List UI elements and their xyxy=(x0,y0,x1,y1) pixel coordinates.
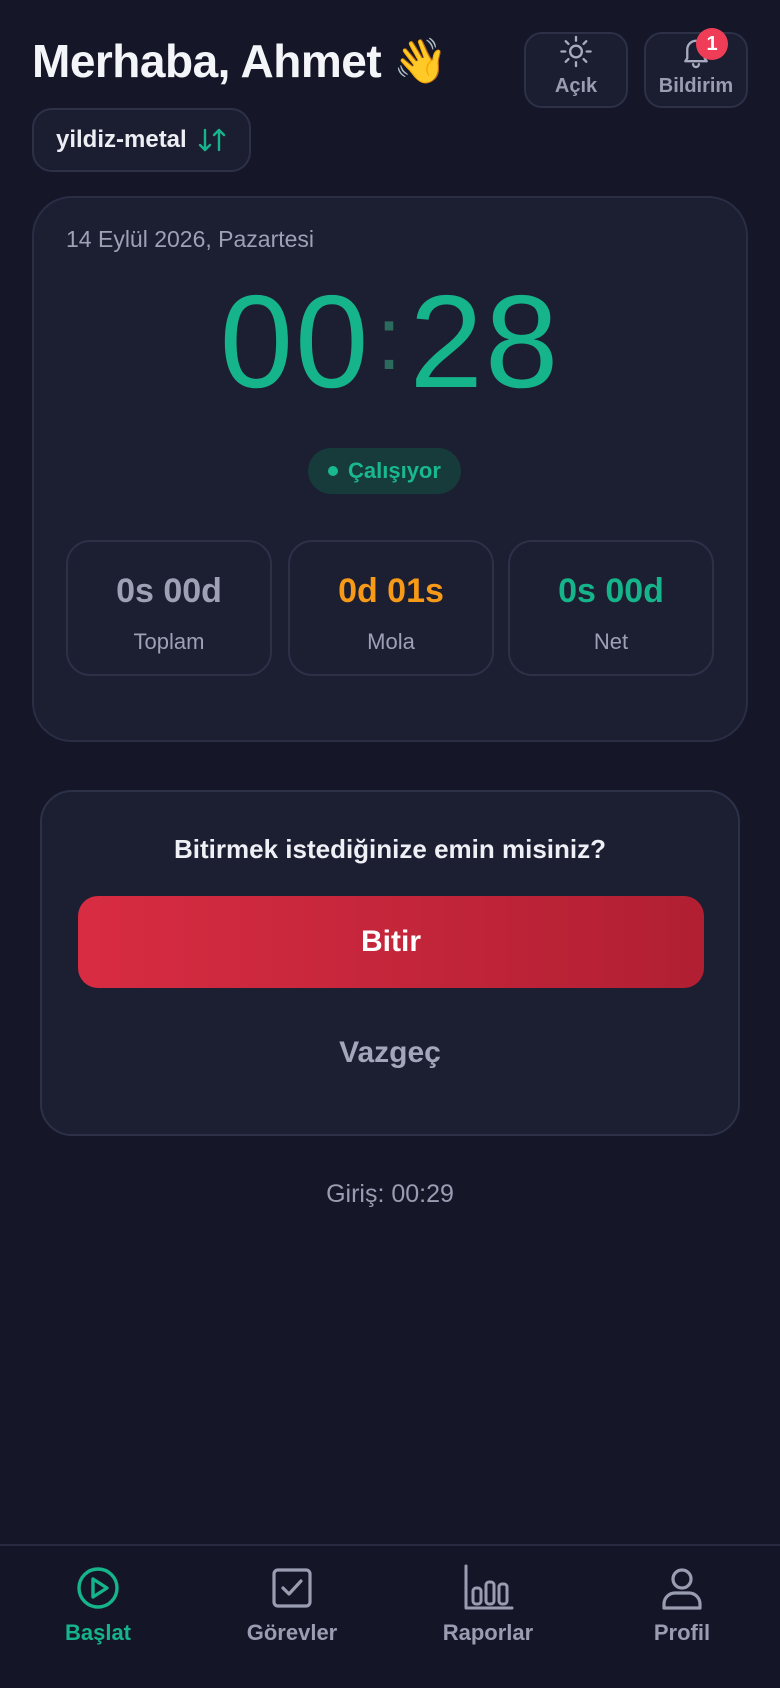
notifications-label: Bildirim xyxy=(658,75,734,97)
nav-item-start-label: Başlat xyxy=(64,1620,132,1645)
bottom-navigation: Başlat Görevler Raporlar Profil xyxy=(0,1544,780,1688)
stat-net: 0s 00d Net xyxy=(508,540,714,676)
user-icon xyxy=(662,1568,702,1610)
workspace-name: yildiz-metal xyxy=(56,126,187,153)
wave-emoji-icon: 👋 xyxy=(393,37,448,86)
nav-item-reports[interactable]: Raporlar xyxy=(408,1564,568,1646)
status-dot-icon xyxy=(328,466,338,476)
timer-card: 14 Eylül 2026, Pazartesi 00:28 Çalışıyor… xyxy=(32,196,748,742)
stat-net-value: 0s 00d xyxy=(558,572,664,610)
timer-minutes: 00 xyxy=(219,268,371,415)
stat-break-label: Mola xyxy=(367,629,415,654)
cancel-button[interactable]: Vazgeç xyxy=(42,1036,738,1070)
workspace-switcher[interactable]: yildiz-metal xyxy=(32,108,251,172)
stat-total-value: 0s 00d xyxy=(116,572,222,610)
timer-seconds: 28 xyxy=(409,268,561,415)
play-circle-icon xyxy=(77,1567,119,1609)
app-screen: Merhaba, Ahmet 👋 Açık Bildirim 1 yildiz-… xyxy=(0,0,780,1688)
finish-confirm-dialog: Bitirmek istediğinize emin misiniz? Biti… xyxy=(40,790,740,1136)
swap-vertical-icon xyxy=(198,128,225,152)
theme-toggle-label: Açık xyxy=(554,75,598,97)
checkbox-icon xyxy=(272,1568,312,1608)
nav-item-tasks-label: Görevler xyxy=(246,1620,338,1645)
status-text: Çalışıyor xyxy=(348,458,441,483)
bar-chart-icon xyxy=(464,1564,514,1610)
check-in-time: Giriş: 00:29 xyxy=(326,1180,454,1208)
stat-total: 0s 00d Toplam xyxy=(66,540,272,676)
nav-item-reports-label: Raporlar xyxy=(442,1620,534,1645)
elapsed-timer: 00:28 xyxy=(34,276,746,408)
notification-count-badge: 1 xyxy=(696,28,728,60)
nav-item-profile[interactable]: Profil xyxy=(602,1564,762,1646)
nav-item-start[interactable]: Başlat xyxy=(18,1564,178,1646)
stat-net-label: Net xyxy=(593,629,629,654)
current-date: 14 Eylül 2026, Pazartesi xyxy=(66,226,315,252)
timer-separator: : xyxy=(376,289,404,389)
greeting-title: Merhaba, Ahmet 👋 xyxy=(32,34,448,88)
finish-button[interactable]: Bitir xyxy=(78,896,704,988)
stat-total-label: Toplam xyxy=(133,629,205,654)
stat-break: 0d 01s Mola xyxy=(288,540,494,676)
theme-toggle-button[interactable]: Açık xyxy=(524,32,628,108)
stat-break-value: 0d 01s xyxy=(338,572,444,610)
confirm-question: Bitirmek istediğinize emin misiniz? xyxy=(174,834,606,864)
nav-item-tasks[interactable]: Görevler xyxy=(212,1564,372,1646)
notifications-button[interactable]: Bildirim 1 xyxy=(644,28,748,108)
greeting-text: Merhaba, Ahmet xyxy=(32,35,382,87)
nav-item-profile-label: Profil xyxy=(653,1620,711,1645)
sun-icon xyxy=(560,35,592,68)
status-badge: Çalışıyor xyxy=(308,448,461,494)
